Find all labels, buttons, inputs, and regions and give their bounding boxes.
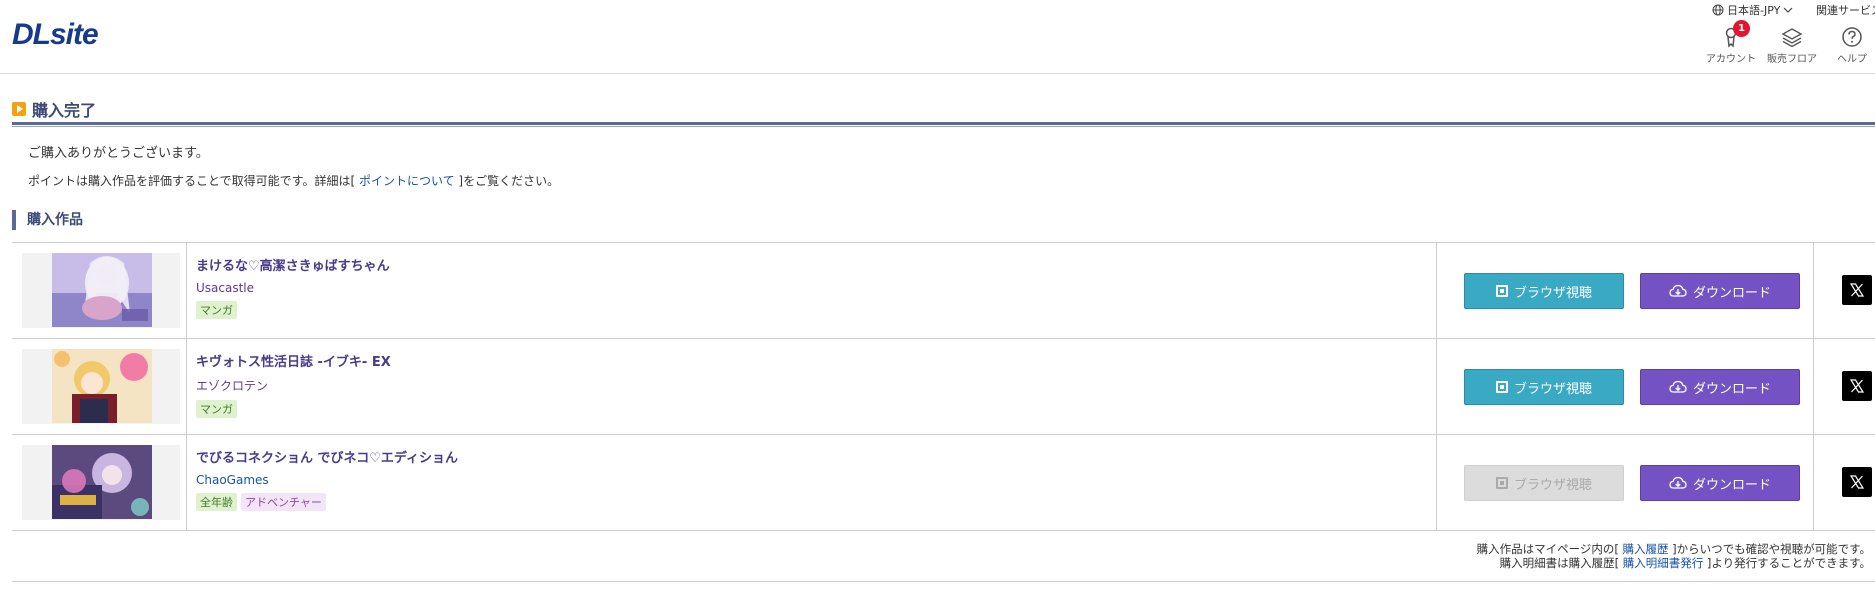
action-cell: ブラウザ視聴 ダウンロード bbox=[1436, 435, 1814, 530]
browser-view-button[interactable]: ブラウザ視聴 bbox=[1464, 273, 1624, 309]
help-icon bbox=[1842, 27, 1862, 47]
genre-tag[interactable]: マンガ bbox=[196, 301, 237, 319]
purchase-history-link[interactable]: 購入履歴 bbox=[1623, 542, 1669, 556]
chevron-down-icon bbox=[1783, 7, 1793, 13]
related-services-link[interactable]: 関連サービス bbox=[1816, 2, 1875, 18]
thumbnail-cell bbox=[12, 435, 187, 530]
item-title-link[interactable]: でびるコネクショん でびネコ♡エディショん bbox=[196, 447, 458, 466]
page-title: 購入完了 bbox=[12, 97, 96, 121]
item-info: でびるコネクショん でびネコ♡エディショん ChaoGames 全年齢 アドベン… bbox=[196, 447, 458, 511]
browser-icon bbox=[1495, 477, 1508, 489]
share-on-x-button[interactable] bbox=[1842, 467, 1872, 497]
browser-icon bbox=[1495, 285, 1508, 297]
browser-view-button-disabled: ブラウザ視聴 bbox=[1464, 465, 1624, 501]
action-cell: ブラウザ視聴 ダウンロード bbox=[1436, 339, 1814, 434]
account-notification-badge: 1 bbox=[1733, 20, 1750, 37]
item-info: まけるな♡高潔さきゅばすちゃん Usacastle マンガ bbox=[196, 255, 390, 319]
share-on-x-button[interactable] bbox=[1842, 275, 1872, 305]
table-row: まけるな♡高潔さきゅばすちゃん Usacastle マンガ ブラウザ視聴 ダウン… bbox=[12, 243, 1875, 339]
browser-icon bbox=[1495, 381, 1508, 393]
cloud-download-icon bbox=[1669, 380, 1687, 393]
sales-floor-label: 販売フロア bbox=[1767, 54, 1817, 65]
account-menu[interactable]: 1 アカウント bbox=[1701, 20, 1761, 65]
purchased-items-table: まけるな♡高潔さきゅばすちゃん Usacastle マンガ ブラウザ視聴 ダウン… bbox=[12, 242, 1875, 531]
product-thumbnail[interactable] bbox=[52, 253, 152, 327]
bottom-divider bbox=[12, 581, 1875, 582]
layers-icon bbox=[1781, 28, 1803, 48]
globe-icon bbox=[1712, 4, 1724, 16]
cloud-download-icon bbox=[1669, 476, 1687, 489]
cloud-download-icon bbox=[1669, 284, 1687, 297]
play-marker-icon bbox=[12, 102, 26, 116]
download-button[interactable]: ダウンロード bbox=[1640, 273, 1800, 309]
product-thumbnail[interactable] bbox=[52, 349, 152, 423]
share-on-x-button[interactable] bbox=[1842, 371, 1872, 401]
purchased-items-heading: 購入作品 bbox=[12, 210, 83, 230]
help-label: ヘルプ bbox=[1837, 54, 1867, 65]
thumbnail-cell bbox=[12, 339, 187, 434]
item-info: キヴォトス性活日誌 -イブキ- EX エゾクロテン マンガ bbox=[196, 351, 391, 418]
maker-link[interactable]: ChaoGames bbox=[196, 473, 458, 487]
x-logo-icon bbox=[1849, 379, 1865, 393]
page-title-text: 購入完了 bbox=[32, 101, 97, 120]
points-message: ポイントは購入作品を評価することで取得可能です。詳細は[ ポイントについて ]を… bbox=[28, 172, 559, 189]
site-header: DLsite 日本語-JPY 関連サービス 1 アカウント 販売フロア ヘルプ bbox=[0, 0, 1875, 74]
maker-link[interactable]: エゾクロテン bbox=[196, 377, 391, 394]
x-logo-icon bbox=[1849, 283, 1865, 297]
genre-tag[interactable]: アドベンチャー bbox=[241, 493, 326, 511]
download-button[interactable]: ダウンロード bbox=[1640, 369, 1800, 405]
title-divider bbox=[12, 122, 1875, 127]
dlsite-logo[interactable]: DLsite bbox=[12, 18, 99, 52]
browser-view-button[interactable]: ブラウザ視聴 bbox=[1464, 369, 1624, 405]
points-info-link[interactable]: ポイントについて bbox=[359, 174, 455, 188]
account-label: アカウント bbox=[1706, 54, 1756, 65]
table-row: キヴォトス性活日誌 -イブキ- EX エゾクロテン マンガ ブラウザ視聴 ダウン… bbox=[12, 339, 1875, 435]
language-label: 日本語-JPY bbox=[1727, 4, 1781, 17]
genre-tag[interactable]: マンガ bbox=[196, 400, 237, 418]
help-menu[interactable]: ヘルプ bbox=[1822, 26, 1875, 65]
action-cell: ブラウザ視聴 ダウンロード bbox=[1436, 243, 1814, 338]
age-rating-tag[interactable]: 全年齢 bbox=[196, 493, 237, 511]
x-logo-icon bbox=[1849, 475, 1865, 489]
points-suffix: ]をご覧ください。 bbox=[454, 174, 560, 188]
maker-link[interactable]: Usacastle bbox=[196, 281, 390, 295]
download-button[interactable]: ダウンロード bbox=[1640, 465, 1800, 501]
thanks-message: ご購入ありがとうございます。 bbox=[28, 146, 209, 161]
item-title-link[interactable]: まけるな♡高潔さきゅばすちゃん bbox=[196, 255, 390, 274]
sales-floor-menu[interactable]: 販売フロア bbox=[1762, 26, 1822, 65]
receipt-note: 購入明細書は購入履歴[ 購入明細書発行 ]より発行することができます。 bbox=[1499, 556, 1871, 570]
issue-receipt-link[interactable]: 購入明細書発行 bbox=[1623, 556, 1704, 570]
thumbnail-cell bbox=[12, 243, 187, 338]
product-thumbnail[interactable] bbox=[52, 445, 152, 519]
table-row: でびるコネクショん でびネコ♡エディショん ChaoGames 全年齢 アドベン… bbox=[12, 435, 1875, 531]
item-title-link[interactable]: キヴォトス性活日誌 -イブキ- EX bbox=[196, 351, 391, 370]
points-prefix: ポイントは購入作品を評価することで取得可能です。詳細は[ bbox=[28, 174, 359, 188]
language-selector[interactable]: 日本語-JPY bbox=[1712, 2, 1793, 18]
